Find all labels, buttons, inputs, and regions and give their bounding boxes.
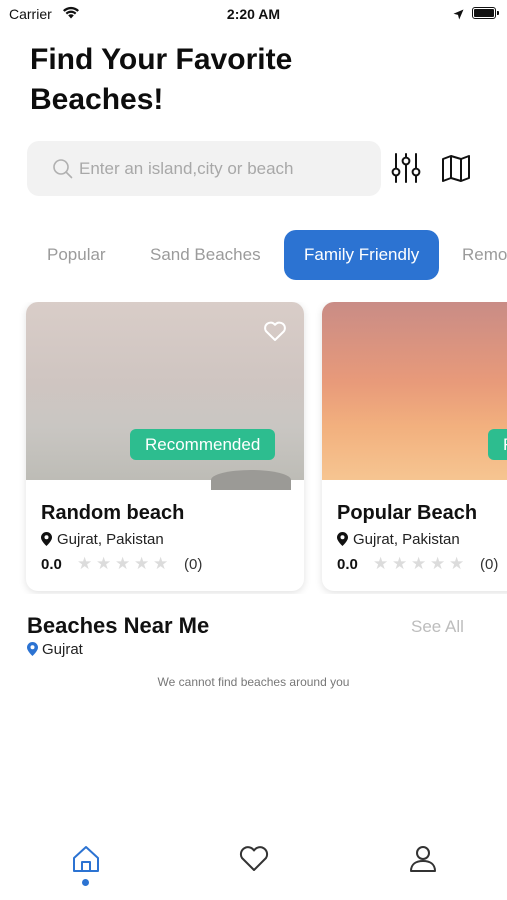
filter-sliders-icon — [391, 153, 421, 183]
star-icon: ★ — [115, 554, 131, 573]
empty-state-message: We cannot find beaches around you — [157, 675, 350, 689]
favorite-heart-icon[interactable] — [263, 320, 287, 347]
star-icon: ★ — [449, 554, 465, 573]
star-icon: ★ — [411, 554, 427, 573]
current-location-text: Gujrat — [42, 641, 83, 658]
beach-location: Gujrat, Pakistan — [337, 531, 460, 548]
review-count: (0) — [480, 556, 499, 573]
tab-popular[interactable]: Popular — [47, 230, 106, 280]
beach-location: Gujrat, Pakistan — [41, 531, 164, 548]
nav-profile[interactable] — [403, 840, 443, 880]
current-location: Gujrat — [27, 641, 83, 658]
tab-remote[interactable]: Remo — [462, 230, 507, 280]
recommended-badge: Recommended — [130, 429, 276, 460]
map-icon — [442, 155, 470, 182]
beach-name: Random beach — [41, 502, 185, 524]
beach-location-text: Gujrat, Pakistan — [353, 531, 460, 548]
rating-value: 0.0 — [337, 556, 358, 573]
search-input[interactable] — [79, 141, 369, 196]
nav-favorites[interactable] — [234, 840, 274, 880]
battery-icon — [472, 7, 499, 19]
search-icon — [52, 158, 73, 184]
star-icon: ★ — [430, 554, 446, 573]
star-icon: ★ — [392, 554, 408, 573]
beach-rating: 0.0 ★ ★ ★ ★ ★ (0) — [41, 554, 202, 574]
star-icon: ★ — [153, 554, 169, 573]
map-button[interactable] — [441, 154, 471, 182]
home-icon — [73, 846, 99, 872]
star-icon: ★ — [134, 554, 150, 573]
page-title: Find Your Favorite Beaches! — [30, 43, 293, 116]
profile-icon — [410, 846, 436, 872]
filter-button[interactable] — [391, 152, 421, 184]
beach-card[interactable]: R Popular Beach Gujrat, Pakistan 0.0★★★★… — [322, 302, 507, 591]
tab-sand-beaches[interactable]: Sand Beaches — [150, 230, 261, 280]
status-time: 2:20 AM — [226, 6, 281, 22]
tab-family-friendly[interactable]: Family Friendly — [284, 230, 440, 280]
recommended-badge: R — [488, 429, 507, 460]
review-count: (0) — [184, 556, 203, 573]
beach-rating: 0.0 ★ ★ ★ ★ ★ (0) — [337, 554, 498, 574]
star-icon: ★ — [96, 554, 112, 573]
rating-value: 0.0 — [41, 556, 62, 573]
beach-location-text: Gujrat, Pakistan — [57, 531, 164, 548]
search-bar[interactable] — [27, 141, 381, 196]
nav-home[interactable] — [66, 840, 106, 880]
heart-icon — [239, 846, 269, 871]
star-icon: ★ — [373, 554, 389, 573]
section-title: Beaches Near Me — [27, 613, 210, 638]
beach-carousel[interactable]: Recommended Random beach Gujrat, Pakista… — [0, 302, 507, 594]
location-pin-icon — [27, 642, 38, 656]
star-icon: ★ — [77, 554, 93, 573]
beach-image — [322, 302, 507, 480]
beach-card[interactable]: Recommended Random beach Gujrat, Pakista… — [26, 302, 304, 591]
location-pin-icon — [337, 532, 348, 546]
see-all-link[interactable]: See All — [411, 617, 464, 637]
status-bar: Carrier 2:20 AM — [0, 0, 507, 28]
location-pin-icon — [41, 532, 52, 546]
category-tabs: Popular Sand Beaches Family Friendly Rem… — [0, 230, 507, 280]
beach-name: Popular Beach — [337, 502, 478, 524]
location-arrow-icon — [453, 7, 464, 25]
active-indicator — [82, 879, 89, 886]
